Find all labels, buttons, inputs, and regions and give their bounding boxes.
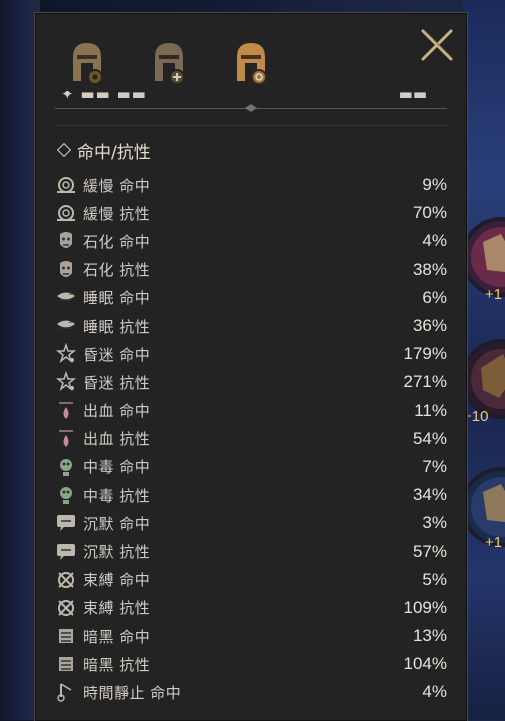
stat-label: 緩慢 命中	[83, 176, 151, 195]
darkness-face-icon	[55, 653, 77, 675]
stat-label: 時間靜止 命中	[83, 683, 182, 702]
stat-row: 昏迷 抗性 271%	[55, 368, 447, 396]
snail-icon	[55, 202, 77, 224]
stat-value: 104%	[403, 654, 447, 674]
tab-helmet-gear[interactable]	[65, 37, 107, 89]
stat-row: 出血 抗性 54%	[55, 425, 447, 453]
stone-face-icon	[55, 230, 77, 252]
svg-text:z: z	[69, 290, 72, 297]
stat-label: 睡眠 命中	[83, 289, 151, 308]
poison-skull-icon	[55, 484, 77, 506]
side-badge-label: +1	[485, 534, 503, 551]
stun-stars-icon	[55, 371, 77, 393]
blood-drop-icon	[55, 400, 77, 422]
stat-label: 緩慢 抗性	[83, 204, 151, 223]
stat-value: 9%	[422, 175, 447, 195]
stat-row: 時間靜止 命中 4%	[55, 678, 447, 706]
stat-list: 緩慢 命中 9% 緩慢 抗性 70% 石化 命中 4% 石化 抗性 38% z 睡眠 命中 6% z 睡…	[55, 171, 447, 707]
stat-row: 沉默 命中 3%	[55, 509, 447, 537]
stat-row: 沉默 抗性 57%	[55, 537, 447, 565]
stat-label: 睡眠 抗性	[83, 317, 151, 336]
section-header: 命中/抗性	[56, 137, 151, 163]
stat-row: 緩慢 抗性 70%	[55, 199, 447, 227]
tab-helmet-shield[interactable]	[229, 37, 271, 89]
close-button[interactable]	[419, 27, 455, 63]
stat-row: z 睡眠 抗性 36%	[55, 312, 447, 340]
tab-bar	[35, 13, 467, 103]
speech-bubble-icon	[55, 541, 77, 563]
stat-value: 38%	[412, 259, 447, 279]
stat-label: 石化 抗性	[83, 261, 151, 280]
stat-row: 暗黑 命中 13%	[55, 622, 447, 650]
clipped-row-label: ✦ ▬▬ ▬▬	[61, 91, 147, 103]
helmet-gear-icon	[73, 43, 103, 85]
stun-stars-icon	[55, 343, 77, 365]
side-badge-label: +1	[485, 286, 503, 303]
stat-value: 54%	[412, 428, 447, 448]
stat-row: 中毒 命中 7%	[55, 453, 447, 481]
stat-row: 暗黑 抗性 104%	[55, 650, 447, 678]
bind-cross-icon	[55, 597, 77, 619]
stat-label: 暗黑 命中	[83, 627, 151, 646]
stat-value: 179%	[403, 344, 447, 364]
bind-cross-icon	[55, 569, 77, 591]
sleep-icon: z	[55, 287, 77, 309]
stat-row: z 睡眠 命中 6%	[55, 284, 447, 312]
snail-icon	[55, 174, 77, 196]
tab-helmet-plus[interactable]	[147, 37, 189, 89]
close-icon	[421, 29, 453, 61]
stat-row: 束縛 命中 5%	[55, 566, 447, 594]
stat-row: 石化 命中 4%	[55, 227, 447, 255]
blood-drop-icon	[55, 428, 77, 450]
stat-label: 沉默 命中	[83, 514, 151, 533]
stat-label: 中毒 命中	[83, 458, 151, 477]
stat-label: 束縛 命中	[83, 571, 151, 590]
divider-ornament	[231, 104, 271, 112]
stat-value: 271%	[403, 372, 447, 392]
poison-skull-icon	[55, 456, 77, 478]
stat-label: 束縛 抗性	[83, 599, 151, 618]
stat-label: 暗黑 抗性	[83, 655, 151, 674]
stat-value: 7%	[422, 456, 447, 476]
svg-text:z: z	[69, 318, 72, 325]
stat-label: 石化 命中	[83, 232, 151, 251]
stat-label: 沉默 抗性	[83, 543, 151, 562]
stone-face-icon	[55, 259, 77, 281]
stat-value: 57%	[412, 541, 447, 561]
stat-value: 5%	[422, 569, 447, 589]
stat-value: 6%	[422, 287, 447, 307]
stat-value: 11%	[414, 400, 447, 420]
stat-row: 出血 命中 11%	[55, 397, 447, 425]
section-title: 命中/抗性	[77, 142, 151, 163]
stat-label: 出血 命中	[83, 402, 151, 421]
diamond-icon	[56, 142, 72, 158]
stat-label: 出血 抗性	[83, 430, 151, 449]
clipped-row-value: ▬▬	[398, 91, 427, 103]
stat-row: 束縛 抗性 109%	[55, 594, 447, 622]
sleep-icon: z	[55, 315, 77, 337]
stat-value: 70%	[412, 203, 447, 223]
stat-row: 緩慢 命中 9%	[55, 171, 447, 199]
stat-row: 中毒 抗性 34%	[55, 481, 447, 509]
stat-value: 34%	[412, 485, 447, 505]
stat-value: 4%	[422, 682, 447, 702]
stat-value: 36%	[412, 316, 447, 336]
speech-bubble-icon	[55, 512, 77, 534]
stat-value: 4%	[422, 231, 447, 251]
stat-value: 3%	[422, 513, 447, 533]
stat-value: 13%	[412, 626, 447, 646]
helmet-plus-icon	[155, 43, 185, 85]
stat-label: 昏迷 抗性	[83, 373, 151, 392]
stat-row: 石化 抗性 38%	[55, 256, 447, 284]
time-stop-icon	[55, 681, 77, 703]
darkness-face-icon	[55, 625, 77, 647]
helmet-shield-icon	[237, 43, 267, 85]
stats-panel: ✦ ▬▬ ▬▬ ▬▬ 命中/抗性 緩慢 命中 9% 緩慢 抗性 70% 石化 命中 4% 石…	[34, 12, 468, 721]
stat-label: 中毒 抗性	[83, 486, 151, 505]
divider-secondary	[55, 125, 447, 126]
stat-label: 昏迷 命中	[83, 345, 151, 364]
stat-row: 昏迷 命中 179%	[55, 340, 447, 368]
stat-value: 109%	[403, 597, 447, 617]
